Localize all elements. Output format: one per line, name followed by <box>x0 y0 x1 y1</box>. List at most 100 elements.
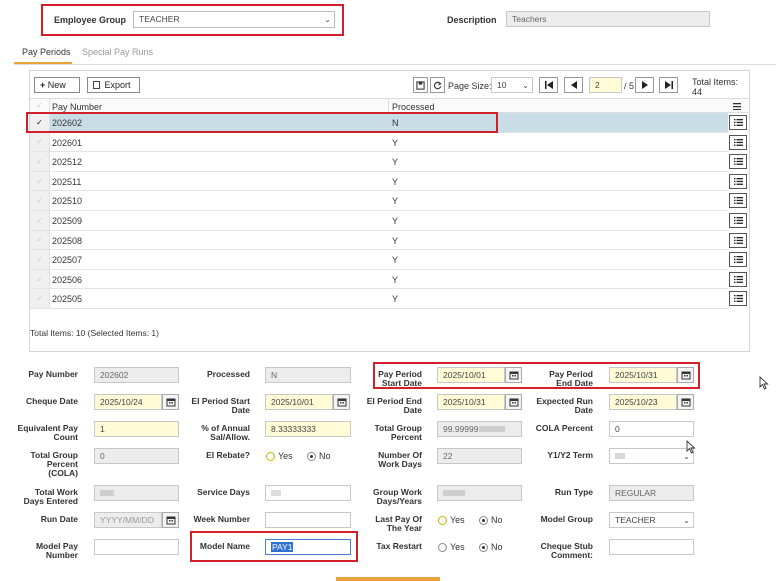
row-checkbox[interactable]: ✓ <box>30 269 50 289</box>
select-all-checkbox[interactable]: ✓ <box>30 99 50 113</box>
last-page-button[interactable] <box>659 77 678 93</box>
expected-run-date-calendar-button[interactable] <box>677 394 694 410</box>
table-row[interactable]: ✓ 202602 N <box>30 113 728 133</box>
ei-period-start-calendar-button[interactable] <box>333 394 350 410</box>
pay-period-start-field[interactable]: 2025/10/01 <box>437 367 505 383</box>
model-name-field[interactable]: PAY1 <box>265 539 351 555</box>
last-pay-yes-radio[interactable]: Yes <box>438 515 465 525</box>
pct-annual-field[interactable]: 8.33333333 <box>265 421 351 437</box>
row-checkbox[interactable]: ✓ <box>30 211 50 230</box>
row-detail-button[interactable] <box>729 271 747 287</box>
cheque-date-field[interactable]: 2025/10/24 <box>94 394 162 410</box>
table-row[interactable]: ✓ 202601 Y <box>30 132 728 153</box>
row-detail-button[interactable] <box>729 252 747 268</box>
expected-run-date-field[interactable]: 2025/10/23 <box>609 394 677 410</box>
table-row[interactable]: ✓ 202507 Y <box>30 250 728 270</box>
model-pay-number-field[interactable] <box>94 539 179 555</box>
tab-special-pay-runs[interactable]: Special Pay Runs <box>82 47 153 57</box>
row-checkbox[interactable]: ✓ <box>30 113 50 132</box>
save-layout-button[interactable] <box>413 77 428 93</box>
last-pay-no-radio[interactable]: No <box>479 515 503 525</box>
refresh-button[interactable] <box>430 77 445 93</box>
row-detail-button[interactable] <box>729 154 747 170</box>
blurred-text <box>271 490 281 496</box>
first-page-button[interactable] <box>539 77 558 93</box>
cheque-date-calendar-button[interactable] <box>162 394 179 410</box>
table-row[interactable]: ✓ 202508 Y <box>30 230 728 251</box>
pay-number-field[interactable]: 202602 <box>94 367 179 383</box>
pay-period-start-label: Pay Period Start Date <box>378 370 422 388</box>
description-label: Description <box>447 15 497 25</box>
table-row[interactable]: ✓ 202511 Y <box>30 171 728 192</box>
table-row[interactable]: ✓ 202509 Y <box>30 211 728 231</box>
pay-period-start-calendar-button[interactable] <box>505 367 522 383</box>
pct-annual-label-2: Sal/Allow. <box>210 432 250 442</box>
row-checkbox[interactable]: ✓ <box>30 152 50 171</box>
next-page-button[interactable] <box>635 77 654 93</box>
week-number-field[interactable] <box>265 512 351 528</box>
ei-rebate-yes-radio[interactable]: Yes <box>266 451 293 461</box>
last-pay-of-year-label-2: The Year <box>386 523 422 533</box>
row-checkbox[interactable]: ✓ <box>30 191 50 210</box>
new-button[interactable]: + New <box>34 77 80 93</box>
run-type-label: Run Type <box>554 487 593 497</box>
row-detail-button[interactable] <box>729 115 747 130</box>
total-group-percent-cola-field[interactable]: 0 <box>94 448 179 464</box>
row-detail-button[interactable] <box>729 213 747 228</box>
ei-period-end-calendar-button[interactable] <box>505 394 522 410</box>
chevron-down-icon: ⌄ <box>522 81 529 90</box>
total-group-percent-field[interactable]: 99.99999 <box>437 421 522 437</box>
list-icon <box>733 256 743 264</box>
column-menu-button[interactable] <box>730 100 744 112</box>
table-row[interactable]: ✓ 202512 Y <box>30 152 728 172</box>
employee-group-select[interactable]: TEACHER ⌄ <box>133 11 335 28</box>
run-date-placeholder: YYYY/MM/DD <box>100 515 154 525</box>
table-row[interactable]: ✓ 202506 Y <box>30 269 728 290</box>
row-detail-button[interactable] <box>729 232 747 248</box>
description-field[interactable]: Teachers <box>506 11 710 27</box>
current-page-input[interactable]: 2 <box>589 77 622 93</box>
model-group-select[interactable]: TEACHER ⌄ <box>609 512 694 528</box>
tax-restart-no-radio[interactable]: No <box>479 542 503 552</box>
check-icon: ✓ <box>36 294 43 304</box>
export-button[interactable]: Export <box>87 77 140 93</box>
cheque-stub-comment-field[interactable] <box>609 539 694 555</box>
ei-period-start-label-2: Date <box>231 405 250 415</box>
pay-period-end-calendar-button[interactable] <box>677 367 694 383</box>
processed-field[interactable]: N <box>265 367 351 383</box>
number-of-work-days-label: Number Of Work Days <box>378 451 422 469</box>
group-work-days-field[interactable] <box>437 485 522 501</box>
run-type-field[interactable]: REGULAR <box>609 485 694 501</box>
row-checkbox[interactable]: ✓ <box>30 250 50 269</box>
pay-period-end-field[interactable]: 2025/10/31 <box>609 367 677 383</box>
row-detail-button[interactable] <box>729 134 747 150</box>
table-row[interactable]: ✓ 202505 Y <box>30 289 728 309</box>
row-checkbox[interactable]: ✓ <box>30 132 50 152</box>
ei-period-start-field[interactable]: 2025/10/01 <box>265 394 333 410</box>
row-detail-button[interactable] <box>729 173 747 189</box>
pay-number-cell: 202508 <box>52 235 83 246</box>
ei-rebate-no-radio[interactable]: No <box>307 451 331 461</box>
ei-period-end-field[interactable]: 2025/10/31 <box>437 394 505 410</box>
page-size-select[interactable]: 10 ⌄ <box>491 77 533 93</box>
row-detail-button[interactable] <box>729 291 747 307</box>
tab-pay-periods[interactable]: Pay Periods <box>22 47 71 57</box>
row-checkbox[interactable]: ✓ <box>30 171 50 191</box>
run-date-calendar-button[interactable] <box>162 512 179 528</box>
tax-restart-yes-radio[interactable]: Yes <box>438 542 465 552</box>
row-checkbox[interactable]: ✓ <box>30 289 50 308</box>
list-icon <box>733 236 743 244</box>
row-checkbox[interactable]: ✓ <box>30 230 50 250</box>
number-of-work-days-field[interactable]: 22 <box>437 448 522 464</box>
y1y2-term-select[interactable]: ⌄ <box>609 448 694 464</box>
column-header-processed[interactable]: Processed <box>392 102 435 112</box>
table-row[interactable]: ✓ 202510 Y <box>30 191 728 211</box>
equivalent-pay-count-field[interactable]: 1 <box>94 421 179 437</box>
cola-percent-field[interactable]: 0 <box>609 421 694 437</box>
column-header-pay-number[interactable]: Pay Number <box>52 102 102 112</box>
row-detail-button[interactable] <box>729 193 747 209</box>
prev-page-button[interactable] <box>564 77 583 93</box>
service-days-field[interactable] <box>265 485 351 501</box>
total-work-days-field[interactable] <box>94 485 179 501</box>
run-date-field[interactable]: YYYY/MM/DD <box>94 512 162 528</box>
